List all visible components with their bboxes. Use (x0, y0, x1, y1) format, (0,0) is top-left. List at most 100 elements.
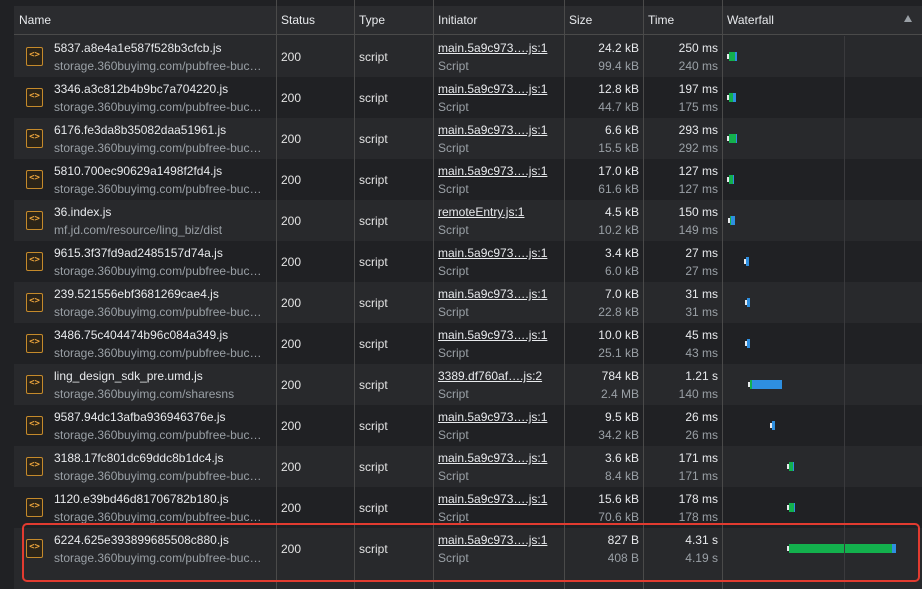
table-row[interactable]: <> ling_design_sdk_pre.umd.js storage.360b… (14, 364, 922, 405)
waterfall-cell[interactable] (722, 487, 922, 528)
name-cell[interactable]: <> 3486.75c404474b96c084a349.js storage.36… (14, 323, 276, 364)
request-file-name[interactable]: 6176.fe3da8b35082daa51961.js (54, 123, 270, 137)
column-header-size[interactable]: Size (564, 6, 643, 34)
request-file-name[interactable]: 3188.17fc801dc69ddc8b1dc4.js (54, 451, 270, 465)
name-cell[interactable]: <> 6224.625e393899685508c880.js storage.36… (14, 528, 276, 569)
column-divider[interactable] (643, 0, 644, 589)
name-cell[interactable]: <> 3188.17fc801dc69ddc8b1dc4.js storage.36… (14, 446, 276, 487)
initiator-link[interactable]: main.5a9c973….js:1 (438, 164, 560, 178)
waterfall-cell[interactable] (722, 528, 922, 569)
request-file-name[interactable]: 36.index.js (54, 205, 270, 219)
request-file-name[interactable]: 239.521556ebf3681269cae4.js (54, 287, 270, 301)
initiator-link[interactable]: remoteEntry.js:1 (438, 205, 560, 219)
waterfall-cell[interactable] (722, 36, 922, 77)
column-divider[interactable] (564, 0, 565, 589)
waterfall-cell[interactable] (722, 200, 922, 241)
name-cell[interactable]: <> ling_design_sdk_pre.umd.js storage.360b… (14, 364, 276, 405)
total-time: 197 ms (678, 82, 718, 96)
name-cell[interactable]: <> 36.index.js mf.jd.com/resource/ling_biz… (14, 200, 276, 241)
table-row[interactable]: <> 3486.75c404474b96c084a349.js storage.36… (14, 323, 922, 364)
resource-size: 10.2 kB (598, 223, 639, 237)
resource-type: script (359, 419, 388, 433)
column-header-initiator[interactable]: Initiator (433, 6, 564, 34)
request-file-name[interactable]: 6224.625e393899685508c880.js (54, 533, 270, 547)
transfer-size: 9.5 kB (604, 410, 639, 424)
name-cell[interactable]: <> 3346.a3c812b4b9bc7a704220.js storage.36… (14, 77, 276, 118)
type-cell: script (354, 118, 433, 159)
latency-time: 26 ms (685, 428, 718, 442)
status-code: 200 (281, 542, 302, 556)
column-header-status[interactable]: Status (276, 6, 354, 34)
script-file-icon-glyph: <> (29, 296, 40, 306)
table-row[interactable]: <> 3346.a3c812b4b9bc7a704220.js storage.36… (14, 77, 922, 118)
initiator-link[interactable]: main.5a9c973….js:1 (438, 287, 560, 301)
request-file-name[interactable]: ling_design_sdk_pre.umd.js (54, 369, 270, 383)
waterfall-cell[interactable] (722, 241, 922, 282)
column-divider[interactable] (276, 0, 277, 589)
column-header-type[interactable]: Type (354, 6, 433, 34)
table-row[interactable]: <> 3188.17fc801dc69ddc8b1dc4.js storage.36… (14, 446, 922, 487)
table-row[interactable]: <> 6176.fe3da8b35082daa51961.js storage.36… (14, 118, 922, 159)
initiator-link[interactable]: main.5a9c973….js:1 (438, 533, 560, 547)
table-row[interactable]: <> 1120.e39bd46d81706782b180.js storage.36… (14, 487, 922, 528)
size-cell: 10.0 kB 25.1 kB (564, 323, 643, 364)
name-cell[interactable]: <> 6176.fe3da8b35082daa51961.js storage.36… (14, 118, 276, 159)
name-cell[interactable]: <> 9615.3f37fd9ad2485157d74a.js storage.36… (14, 241, 276, 282)
waterfall-cell[interactable] (722, 446, 922, 487)
column-divider[interactable] (354, 0, 355, 589)
waterfall-cell[interactable] (722, 323, 922, 364)
column-header-waterfall[interactable]: Waterfall (722, 6, 922, 34)
initiator-link[interactable]: main.5a9c973….js:1 (438, 328, 560, 342)
request-domain: storage.360buyimg.com/pubfree-buc… (54, 346, 262, 360)
total-time: 4.31 s (685, 533, 718, 547)
time-cell: 171 ms 171 ms (643, 446, 722, 487)
total-time: 1.21 s (685, 369, 718, 383)
status-code: 200 (281, 132, 302, 146)
column-divider[interactable] (722, 0, 723, 589)
name-cell[interactable]: <> 5810.700ec90629a1498f2fd4.js storage.36… (14, 159, 276, 200)
initiator-link[interactable]: main.5a9c973….js:1 (438, 451, 560, 465)
name-cell[interactable]: <> 239.521556ebf3681269cae4.js storage.360… (14, 282, 276, 323)
table-row[interactable]: <> 6224.625e393899685508c880.js storage.36… (14, 528, 922, 569)
initiator-link[interactable]: main.5a9c973….js:1 (438, 41, 560, 55)
table-row[interactable]: <> 36.index.js mf.jd.com/resource/ling_biz… (14, 200, 922, 241)
script-file-icon: <> (26, 170, 43, 189)
waterfall-cell[interactable] (722, 364, 922, 405)
name-cell[interactable]: <> 1120.e39bd46d81706782b180.js storage.36… (14, 487, 276, 528)
waterfall-cell[interactable] (722, 77, 922, 118)
request-file-name[interactable]: 9587.94dc13afba936946376e.js (54, 410, 270, 424)
table-row[interactable]: <> 5837.a8e4a1e587f528b3cfcb.js storage.36… (14, 36, 922, 77)
initiator-link[interactable]: main.5a9c973….js:1 (438, 410, 560, 424)
request-file-name[interactable]: 3486.75c404474b96c084a349.js (54, 328, 270, 342)
initiator-link[interactable]: main.5a9c973….js:1 (438, 82, 560, 96)
waterfall-cell[interactable] (722, 118, 922, 159)
column-header-time[interactable]: Time (643, 6, 722, 34)
request-domain: mf.jd.com/resource/ling_biz/dist (54, 223, 223, 237)
time-cell: 150 ms 149 ms (643, 200, 722, 241)
request-file-name[interactable]: 3346.a3c812b4b9bc7a704220.js (54, 82, 270, 96)
initiator-link[interactable]: main.5a9c973….js:1 (438, 246, 560, 260)
request-file-name[interactable]: 9615.3f37fd9ad2485157d74a.js (54, 246, 270, 260)
table-row[interactable]: <> 9587.94dc13afba936946376e.js storage.36… (14, 405, 922, 446)
name-cell[interactable]: <> 9587.94dc13afba936946376e.js storage.36… (14, 405, 276, 446)
table-row[interactable]: <> 5810.700ec90629a1498f2fd4.js storage.36… (14, 159, 922, 200)
waterfall-cell[interactable] (722, 159, 922, 200)
sort-ascending-icon[interactable] (904, 15, 912, 22)
initiator-link[interactable]: main.5a9c973….js:1 (438, 123, 560, 137)
resource-type: script (359, 91, 388, 105)
table-row[interactable]: <> 9615.3f37fd9ad2485157d74a.js storage.36… (14, 241, 922, 282)
name-cell[interactable]: <> 5837.a8e4a1e587f528b3cfcb.js storage.36… (14, 36, 276, 77)
table-row[interactable]: <> 239.521556ebf3681269cae4.js storage.360… (14, 282, 922, 323)
column-divider[interactable] (433, 0, 434, 589)
initiator-link[interactable]: main.5a9c973….js:1 (438, 492, 560, 506)
column-header-name[interactable]: Name (14, 6, 276, 34)
request-file-name[interactable]: 1120.e39bd46d81706782b180.js (54, 492, 270, 506)
request-file-name[interactable]: 5837.a8e4a1e587f528b3cfcb.js (54, 41, 270, 55)
request-file-name[interactable]: 5810.700ec90629a1498f2fd4.js (54, 164, 270, 178)
script-file-icon-glyph: <> (29, 378, 40, 388)
latency-time: 178 ms (678, 510, 718, 524)
size-cell: 9.5 kB 34.2 kB (564, 405, 643, 446)
initiator-link[interactable]: 3389.df760af….js:2 (438, 369, 560, 383)
waterfall-cell[interactable] (722, 282, 922, 323)
waterfall-cell[interactable] (722, 405, 922, 446)
